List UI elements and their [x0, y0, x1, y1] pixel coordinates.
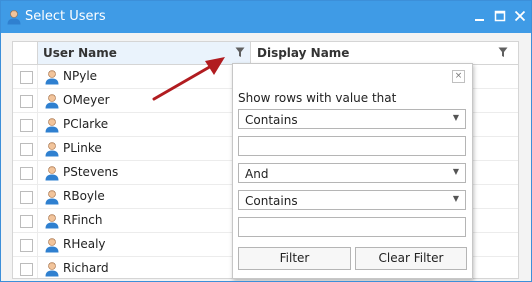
filter-funnel-icon[interactable] — [235, 47, 245, 58]
user-icon — [45, 214, 59, 229]
filter-button[interactable]: Filter — [238, 247, 351, 270]
user-icon — [45, 262, 59, 277]
user-name-cell: RFinch — [63, 213, 103, 227]
user-name-cell: PClarke — [63, 117, 109, 131]
user-icon — [45, 238, 59, 253]
filter-value-input-1[interactable] — [238, 136, 466, 156]
window-title: Select Users — [25, 9, 106, 24]
row-checkbox[interactable] — [20, 71, 33, 84]
minimize-icon[interactable] — [471, 7, 489, 25]
cell-divider — [37, 233, 38, 257]
user-name-cell: RBoyle — [63, 189, 105, 203]
row-checkbox[interactable] — [20, 119, 33, 132]
operator-2-value: Contains — [245, 194, 298, 208]
row-checkbox[interactable] — [20, 191, 33, 204]
row-checkbox[interactable] — [20, 95, 33, 108]
maximize-icon[interactable] — [491, 7, 509, 25]
operator-1-value: Contains — [245, 113, 298, 127]
row-checkbox[interactable] — [20, 167, 33, 180]
close-icon[interactable] — [511, 7, 529, 25]
select-users-window: Select Users User Name Display Name NPyl… — [0, 0, 532, 282]
grid-header: User Name Display Name — [13, 42, 518, 65]
red-arrow-icon — [152, 57, 225, 101]
filter-popup: × Show rows with value that Contains ▼ A… — [232, 63, 473, 279]
user-icon — [45, 190, 59, 205]
user-name-cell: NPyle — [63, 69, 98, 83]
user-name-cell: PLinke — [63, 141, 102, 155]
cell-divider — [37, 89, 38, 113]
cell-divider — [37, 257, 38, 278]
filter-value-input-2[interactable] — [238, 217, 466, 237]
user-icon — [45, 166, 59, 181]
user-icon — [45, 118, 59, 133]
select-all-header[interactable] — [13, 42, 38, 64]
user-name-cell: Richard — [63, 261, 109, 275]
logic-value: And — [245, 167, 269, 181]
user-icon — [45, 70, 59, 85]
logic-dropdown[interactable]: And ▼ — [238, 163, 466, 183]
user-name-cell: OMeyer — [63, 93, 110, 107]
title-bar: Select Users — [1, 1, 531, 33]
cell-divider — [37, 185, 38, 209]
column-label-display-name: Display Name — [257, 46, 350, 60]
column-header-display-name[interactable]: Display Name — [252, 42, 518, 64]
row-checkbox[interactable] — [20, 215, 33, 228]
row-checkbox[interactable] — [20, 239, 33, 252]
user-icon — [7, 10, 21, 25]
filter-title: Show rows with value that — [238, 91, 397, 105]
user-name-cell: RHealy — [63, 237, 106, 251]
operator-dropdown-1[interactable]: Contains ▼ — [238, 109, 466, 129]
row-checkbox[interactable] — [20, 263, 33, 276]
cell-divider — [37, 137, 38, 161]
chevron-down-icon: ▼ — [452, 194, 459, 203]
row-checkbox[interactable] — [20, 143, 33, 156]
operator-dropdown-2[interactable]: Contains ▼ — [238, 190, 466, 210]
chevron-down-icon: ▼ — [452, 167, 459, 176]
clear-filter-button[interactable]: Clear Filter — [355, 247, 467, 270]
column-label-user-name: User Name — [43, 46, 117, 60]
user-name-cell: PStevens — [63, 165, 119, 179]
cell-divider — [37, 161, 38, 185]
cell-divider — [37, 209, 38, 233]
chevron-down-icon: ▼ — [452, 113, 459, 122]
popup-close-icon[interactable]: × — [452, 70, 465, 83]
user-icon — [45, 142, 59, 157]
user-icon — [45, 94, 59, 109]
cell-divider — [37, 113, 38, 137]
filter-funnel-icon[interactable] — [498, 47, 508, 58]
cell-divider — [37, 65, 38, 89]
